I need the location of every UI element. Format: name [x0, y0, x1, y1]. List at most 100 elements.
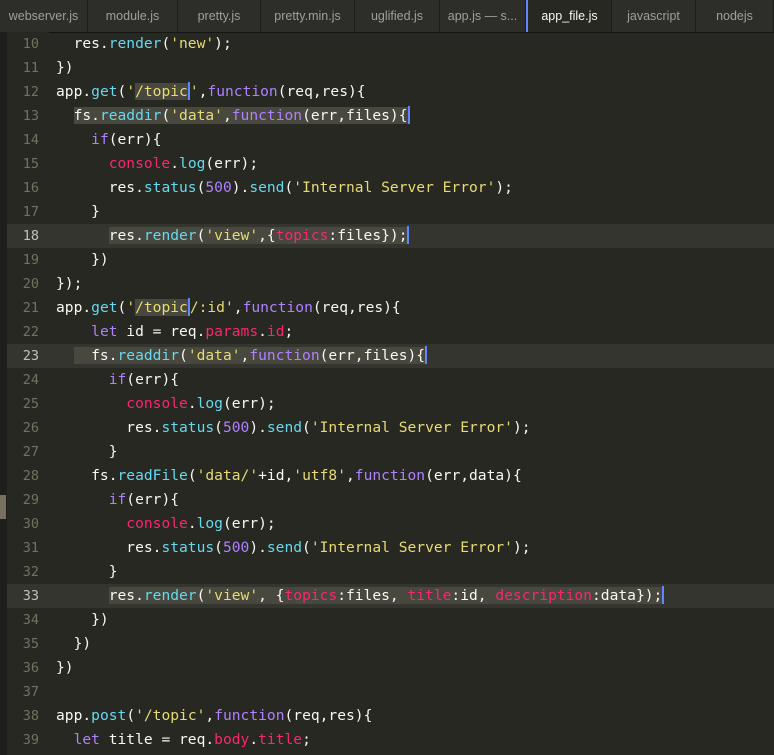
- code-token: .: [187, 395, 197, 412]
- line-number: 23: [22, 348, 39, 364]
- code-token: render: [143, 587, 197, 604]
- line-number: 21: [22, 300, 39, 316]
- text-cursor: [407, 106, 410, 124]
- tab-pretty-min-js[interactable]: pretty.min.js: [261, 0, 355, 32]
- tab-module-js[interactable]: module.js: [88, 0, 178, 32]
- code-line[interactable]: 29 if(err){: [7, 488, 774, 512]
- code-token: .: [187, 515, 197, 532]
- code-line[interactable]: 16 res.status(500).send('Internal Server…: [7, 176, 774, 200]
- code-token: /:id': [189, 299, 234, 316]
- code-line[interactable]: 14 if(err){: [7, 128, 774, 152]
- code-line[interactable]: 19 }): [7, 248, 774, 272]
- code-line[interactable]: 32 }: [7, 560, 774, 584]
- code-text: app.post('/topic',function(req,res){: [56, 704, 372, 728]
- code-token: }: [56, 443, 118, 460]
- code-line[interactable]: 12 app.get('/topic ',function(req,res){: [7, 80, 774, 104]
- code-line[interactable]: 28 fs.readFile('data/'+id,'utf8',functio…: [7, 464, 774, 488]
- code-token: status: [161, 539, 215, 556]
- line-number: 36: [22, 660, 39, 676]
- tab-uglified-js[interactable]: uglified.js: [355, 0, 440, 32]
- code-line[interactable]: 13 fs.readdir('data',function(err,files)…: [7, 104, 774, 128]
- code-token: (: [214, 419, 223, 436]
- tab-bar: webserver.js module.js pretty.js pretty.min…: [0, 0, 774, 33]
- code-line[interactable]: 35 }): [7, 632, 774, 656]
- code-token: 'Internal Server Error': [310, 419, 513, 436]
- line-number: 25: [22, 396, 39, 412]
- editor-window: webserver.js module.js pretty.js pretty.min…: [0, 0, 774, 755]
- line-number: 35: [22, 636, 39, 652]
- code-line[interactable]: 21 app.get('/topic/:id',function(req,res)…: [7, 296, 774, 320]
- code-token: function: [354, 467, 426, 484]
- scroll-marker[interactable]: [0, 495, 6, 519]
- code-text: console.log(err);: [56, 392, 275, 416]
- code-token: '/topic': [135, 707, 206, 724]
- code-token: ': [126, 83, 136, 100]
- tab-nodejs[interactable]: nodejs: [696, 0, 774, 32]
- code-line[interactable]: 26 res.status(500).send('Internal Server…: [7, 416, 774, 440]
- code-line[interactable]: 23 fs.readdir('data',function(err,files)…: [7, 344, 774, 368]
- code-token: }: [56, 563, 118, 580]
- code-line[interactable]: 11}): [7, 56, 774, 80]
- tab-app-js-s[interactable]: app.js — s...: [440, 0, 526, 32]
- code-token: });: [56, 275, 83, 292]
- code-token: 'Internal Server Error': [293, 179, 496, 196]
- code-token: send: [266, 539, 303, 556]
- code-line[interactable]: 20});: [7, 272, 774, 296]
- code-line[interactable]: 17 }: [7, 200, 774, 224]
- code-token: ).: [249, 419, 267, 436]
- left-panel-edge: [0, 32, 7, 755]
- code-line[interactable]: 22 let id = req.params.id;: [7, 320, 774, 344]
- code-line[interactable]: 30 console.log(err);: [7, 512, 774, 536]
- tab-javascript[interactable]: javascript: [612, 0, 696, 32]
- code-token: description: [495, 587, 593, 604]
- code-token: 500: [205, 179, 232, 196]
- code-token: , {: [258, 587, 285, 604]
- code-token: (: [187, 467, 197, 484]
- code-token: (: [117, 83, 127, 100]
- text-cursor: [662, 586, 665, 604]
- code-token: 'utf8': [293, 467, 346, 484]
- code-token: .: [170, 155, 180, 172]
- text-cursor: [407, 226, 410, 244]
- code-line[interactable]: 39 let title = req.body.title;: [7, 728, 774, 752]
- code-line[interactable]: 38 app.post('/topic',function(req,res){: [7, 704, 774, 728]
- code-text: }): [56, 632, 92, 656]
- tab-pretty-js[interactable]: pretty.js: [178, 0, 261, 32]
- line-number: 32: [22, 564, 39, 580]
- code-line[interactable]: 27 }: [7, 440, 774, 464]
- code-line[interactable]: 37: [7, 680, 774, 704]
- code-text: let title = req.body.title;: [56, 728, 311, 752]
- line-number: 29: [22, 492, 39, 508]
- code-token: 'data/': [196, 467, 259, 484]
- code-token: fs.: [56, 467, 118, 484]
- code-line[interactable]: 36}): [7, 656, 774, 680]
- code-line[interactable]: 31 res.status(500).send('Internal Server…: [7, 536, 774, 560]
- code-line[interactable]: 25 console.log(err);: [7, 392, 774, 416]
- code-text: fs.readdir('data',function(err,files){: [56, 344, 428, 368]
- code-token: :data});: [592, 587, 663, 604]
- code-token: title: [258, 731, 303, 748]
- code-line[interactable]: 33 res.render('view', {topics:files, tit…: [7, 584, 774, 608]
- code-line[interactable]: 10 res.render('new');: [7, 32, 774, 56]
- code-token: ': [126, 299, 136, 316]
- code-token: (: [126, 707, 136, 724]
- code-line[interactable]: 15 console.log(err);: [7, 152, 774, 176]
- code-token: (: [284, 179, 294, 196]
- code-token: if: [91, 131, 109, 148]
- tab-app-file-js[interactable]: app_file.js: [526, 0, 612, 32]
- code-text: let id = req.params.id;: [56, 320, 293, 344]
- code-token: ,{: [258, 227, 276, 244]
- tab-webserver-js[interactable]: webserver.js: [0, 0, 88, 32]
- code-line[interactable]: 18 res.render('view',{topics:files});: [7, 224, 774, 248]
- code-token: res.: [56, 539, 162, 556]
- line-number: 22: [22, 324, 39, 340]
- code-line[interactable]: 24 if(err){: [7, 368, 774, 392]
- code-editor[interactable]: 10 res.render('new'); 11}) 12 app.get('/top…: [7, 32, 774, 755]
- code-token: :id,: [451, 587, 496, 604]
- code-line[interactable]: 34 }): [7, 608, 774, 632]
